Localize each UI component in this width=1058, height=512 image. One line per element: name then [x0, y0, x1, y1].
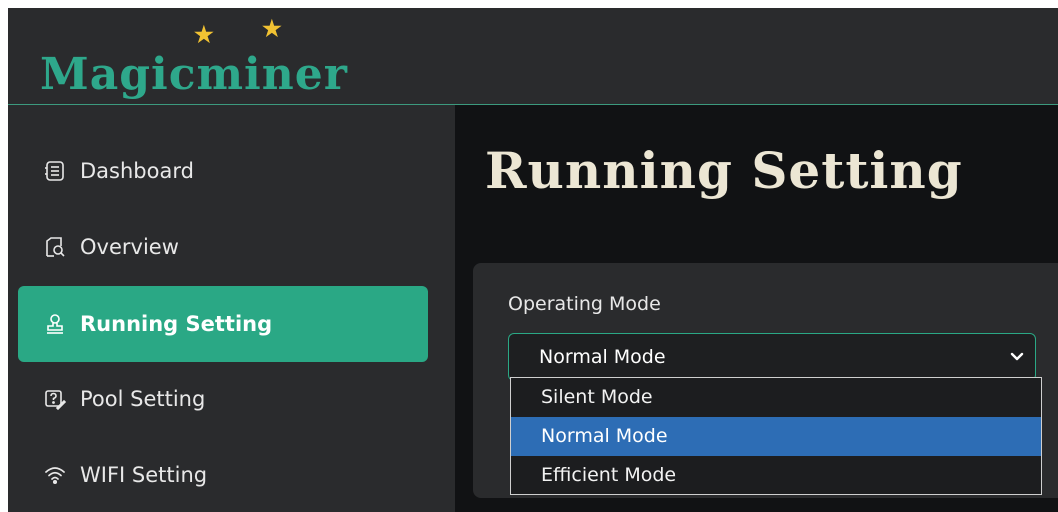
sidebar-item-label: Overview — [80, 235, 179, 259]
operating-mode-dropdown: Silent Mode Normal Mode Efficient Mode — [510, 377, 1042, 495]
sidebar-item-dashboard[interactable]: Dashboard — [18, 133, 428, 209]
chevron-down-icon — [1010, 352, 1024, 361]
sidebar-item-wifi-setting[interactable]: WIFI Setting — [18, 437, 428, 512]
operating-mode-select[interactable]: Normal Mode — [508, 333, 1036, 381]
wifi-icon — [42, 462, 68, 488]
page-title: Running Setting — [485, 141, 963, 200]
pool-edit-icon — [42, 386, 68, 412]
top-bar: Magicminer ★ ★ — [8, 8, 1058, 105]
sidebar-item-label: Running Setting — [80, 312, 273, 336]
sidebar-item-label: Dashboard — [80, 159, 194, 183]
sidebar-item-label: WIFI Setting — [80, 463, 208, 487]
sidebar: Dashboard Overview Running Setting Pool … — [8, 105, 455, 512]
brand-logo[interactable]: Magicminer ★ ★ — [40, 16, 348, 100]
option-normal-mode[interactable]: Normal Mode — [511, 417, 1041, 456]
option-efficient-mode[interactable]: Efficient Mode — [511, 456, 1041, 495]
option-silent-mode[interactable]: Silent Mode — [511, 378, 1041, 417]
logo-text: Magicminer — [40, 49, 348, 100]
overview-icon — [42, 234, 68, 260]
dashboard-icon — [42, 158, 68, 184]
sidebar-item-overview[interactable]: Overview — [18, 209, 428, 285]
sidebar-item-running-setting[interactable]: Running Setting — [18, 286, 428, 362]
stamp-icon — [42, 311, 68, 337]
selected-value: Normal Mode — [539, 346, 666, 368]
sidebar-item-label: Pool Setting — [80, 387, 206, 411]
sidebar-item-pool-setting[interactable]: Pool Setting — [18, 361, 428, 437]
star-icon: ★ — [194, 22, 215, 48]
operating-mode-label: Operating Mode — [508, 293, 661, 315]
star-icon: ★ — [262, 16, 283, 42]
